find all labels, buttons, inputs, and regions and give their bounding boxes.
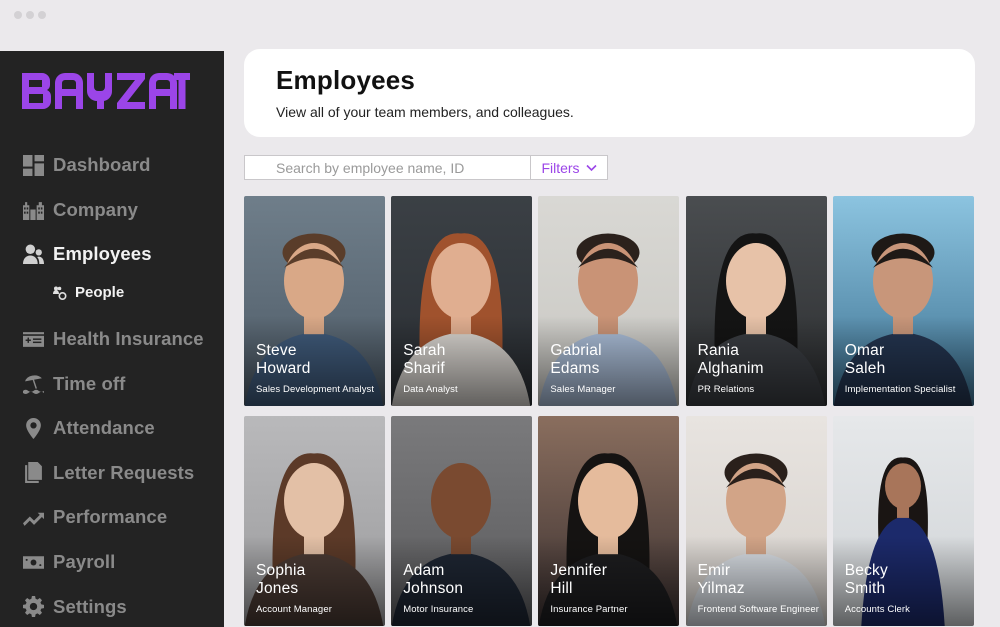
gear-icon <box>23 596 44 618</box>
employee-card[interactable]: Emir Yilmaz Frontend Software Engineer <box>685 416 827 626</box>
employee-role: Data Analyst <box>403 384 458 395</box>
sidebar-item-label: Employees <box>53 243 152 265</box>
sidebar-item-company[interactable]: Company <box>0 188 224 233</box>
users-icon <box>23 244 44 265</box>
employee-last-name: Hill <box>550 580 573 597</box>
page-header: Employees View all of your team members,… <box>244 49 975 137</box>
employee-card[interactable]: Adam Johnson Motor Insurance <box>391 416 533 626</box>
employee-last-name: Saleh <box>844 360 886 377</box>
window-controls <box>14 11 46 19</box>
sidebar-item-label: Letter Requests <box>53 461 195 483</box>
page-title: Employees <box>276 65 416 95</box>
window-dot[interactable] <box>14 11 22 19</box>
employee-role: Frontend Software Engineer <box>697 604 819 615</box>
employee-first-name: Jennifer <box>550 562 608 579</box>
sidebar-item-label: Company <box>53 198 138 220</box>
employee-role: Accounts Clerk <box>844 604 911 615</box>
employee-card[interactable]: Jennifer Hill Insurance Partner <box>538 416 680 626</box>
employee-last-name: Howard <box>256 360 311 377</box>
employee-card[interactable]: Sarah Sharif Data Analyst <box>391 196 533 406</box>
filters-label: Filters <box>541 159 580 176</box>
employee-first-name: Sophia <box>256 562 306 579</box>
sidebar-item-label: Payroll <box>53 551 116 573</box>
bayzat-logo[interactable] <box>22 71 190 111</box>
employee-last-name: Smith <box>844 580 886 597</box>
employee-role: PR Relations <box>697 384 755 395</box>
employee-last-name: Yilmaz <box>697 580 745 597</box>
sidebar-item-employees[interactable]: Employees <box>0 232 224 277</box>
employee-first-name: Adam <box>403 562 445 579</box>
sidebar-subitem-label: People <box>75 284 125 302</box>
sidebar-item-label: Dashboard <box>53 154 151 176</box>
employee-first-name: Sarah <box>403 342 446 359</box>
sidebar-item-health-insurance[interactable]: Health Insurance <box>0 317 224 362</box>
trending-up-icon <box>23 507 44 528</box>
employee-card[interactable]: Becky Smith Accounts Clerk <box>832 416 974 626</box>
sidebar-item-time-off[interactable]: Time off <box>0 361 224 406</box>
employee-first-name: Becky <box>844 562 888 579</box>
buildings-icon <box>23 199 44 221</box>
sidebar-item-label: Performance <box>53 506 168 528</box>
employee-role: Motor Insurance <box>403 604 474 615</box>
employee-role: Sales Manager <box>550 384 616 395</box>
sidebar-subitem-people[interactable]: People <box>0 273 224 313</box>
insurance-card-icon <box>23 329 44 350</box>
sidebar-item-label: Attendance <box>53 417 155 439</box>
employee-role: Account Manager <box>256 604 332 615</box>
employee-card[interactable]: Sophia Jones Account Manager <box>244 416 385 626</box>
filters-button[interactable]: Filters <box>531 155 608 180</box>
window-dot[interactable] <box>26 11 34 19</box>
employee-first-name: Omar <box>844 342 885 359</box>
sidebar-nav: Dashboard Company Employees People Healt… <box>0 143 224 627</box>
sidebar-item-label: Time off <box>53 372 126 394</box>
employee-first-name: Rania <box>697 342 740 359</box>
sidebar-item-payroll[interactable]: Payroll <box>0 540 224 585</box>
sidebar-item-settings[interactable]: Settings <box>0 584 224 627</box>
employee-grid: Steve Howard Sales Development Analyst S… <box>244 196 974 626</box>
people-settings-icon <box>53 286 67 300</box>
money-icon <box>23 552 44 573</box>
dashboard-icon <box>23 154 44 176</box>
employee-last-name: Alghanim <box>697 360 764 377</box>
employee-last-name: Jones <box>256 580 299 597</box>
search-input[interactable] <box>244 155 531 180</box>
sidebar-item-letter-requests[interactable]: Letter Requests <box>0 451 224 496</box>
employee-role: Insurance Partner <box>550 604 628 615</box>
employee-card[interactable]: Gabrial Edams Sales Manager <box>538 196 680 406</box>
employee-role: Sales Development Analyst <box>256 384 375 395</box>
documents-icon <box>23 462 44 484</box>
employee-card[interactable]: Omar Saleh Implementation Specialist <box>832 196 974 406</box>
employee-role: Implementation Specialist <box>844 384 956 395</box>
location-pin-icon <box>23 417 44 439</box>
sidebar-item-label: Health Insurance <box>53 328 204 350</box>
search-bar: Filters <box>244 155 608 180</box>
chevron-down-icon <box>585 164 597 171</box>
sidebar: Dashboard Company Employees People Healt… <box>0 51 224 627</box>
employee-first-name: Emir <box>697 562 731 579</box>
employee-card[interactable]: Rania Alghanim PR Relations <box>685 196 827 406</box>
employee-first-name: Steve <box>256 342 297 359</box>
window-dot[interactable] <box>38 11 46 19</box>
sidebar-item-label: Settings <box>53 595 127 617</box>
sidebar-item-dashboard[interactable]: Dashboard <box>0 143 224 188</box>
employee-card[interactable]: Steve Howard Sales Development Analyst <box>244 196 385 406</box>
employee-last-name: Johnson <box>403 580 464 597</box>
beach-umbrella-icon <box>23 373 44 395</box>
page-subtitle: View all of your team members, and colle… <box>276 104 574 120</box>
employee-last-name: Edams <box>550 360 600 377</box>
employee-first-name: Gabrial <box>550 342 602 359</box>
sidebar-item-attendance[interactable]: Attendance <box>0 406 224 451</box>
sidebar-item-performance[interactable]: Performance <box>0 495 224 540</box>
employee-last-name: Sharif <box>403 360 445 377</box>
